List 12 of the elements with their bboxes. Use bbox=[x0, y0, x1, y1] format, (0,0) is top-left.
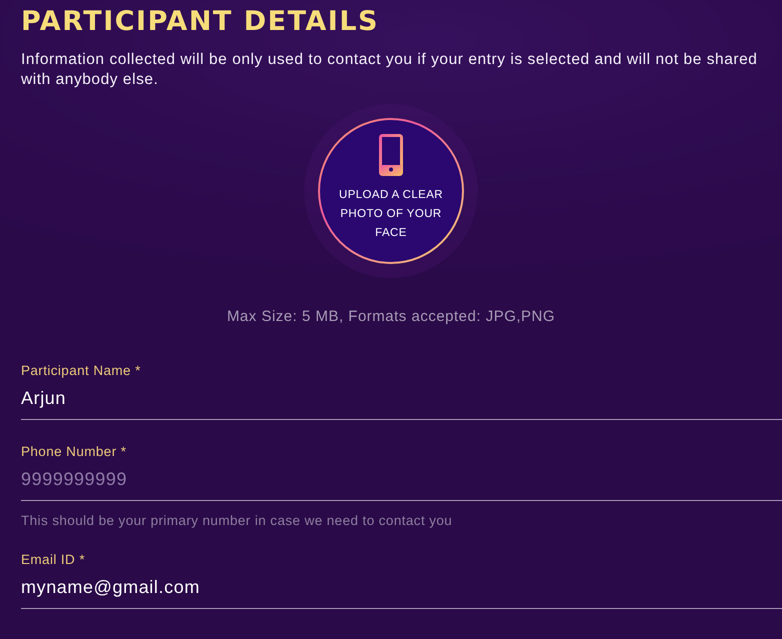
page-title: PARTICIPANT DETAILS bbox=[21, 5, 380, 39]
file-requirements: Max Size: 5 MB, Formats accepted: JPG,PNG bbox=[226, 308, 556, 325]
photo-upload-button[interactable]: UPLOAD A CLEAR PHOTO OF YOUR FACE bbox=[318, 118, 464, 264]
input-field[interactable]: 9999999999 bbox=[21, 465, 782, 501]
field-label: Participant Name * bbox=[21, 363, 142, 378]
input-field[interactable]: myname@gmail.com bbox=[21, 573, 782, 609]
smartphone-icon bbox=[379, 134, 403, 176]
input-field[interactable]: Arjun bbox=[21, 384, 782, 420]
field-label: Email ID * bbox=[21, 552, 86, 567]
field-label: Phone Number * bbox=[21, 444, 128, 459]
field-hint: This should be your primary number in case we need to contact you bbox=[21, 513, 454, 528]
privacy-notice: Information collected will be only used to contact you if your entry is selected and will not be shared with anybody else. bbox=[21, 50, 758, 90]
